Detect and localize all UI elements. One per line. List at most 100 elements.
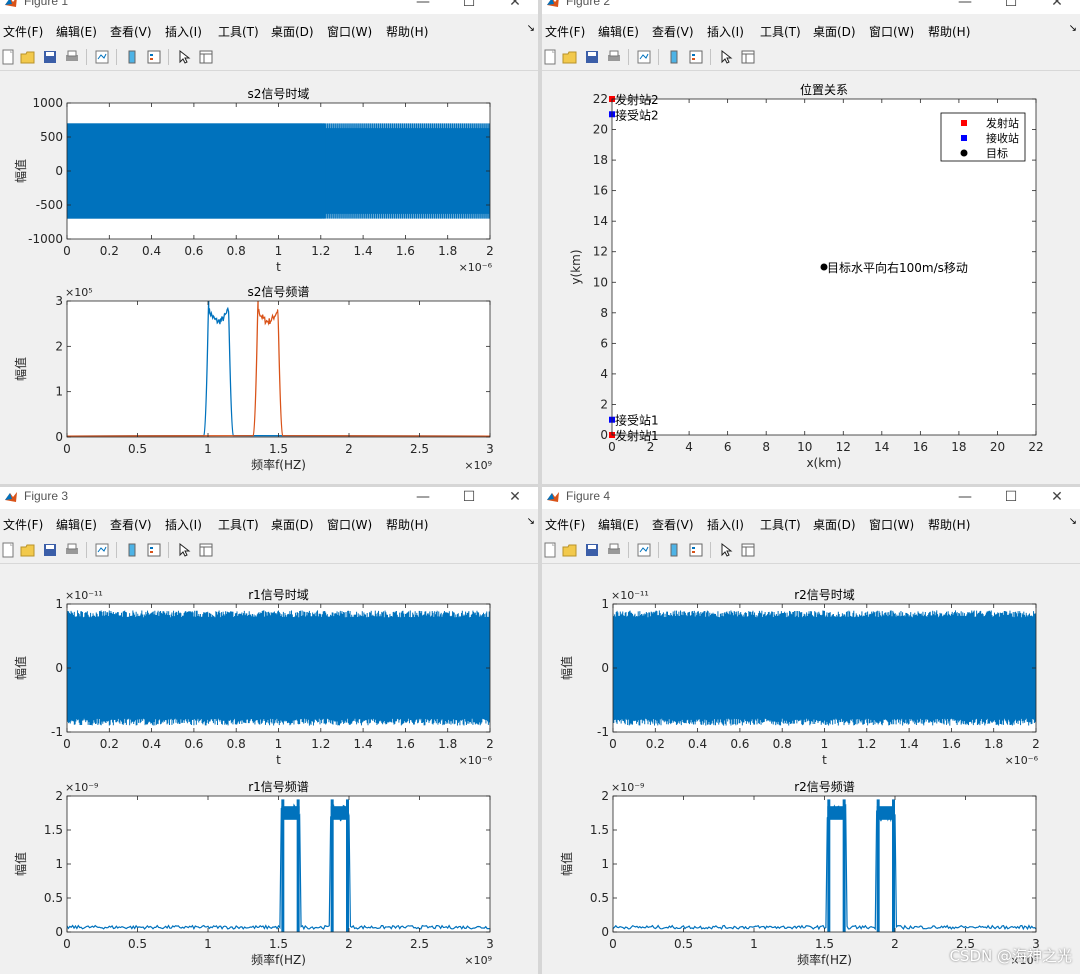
- pointer-icon[interactable]: [718, 542, 734, 558]
- menu-item[interactable]: 编辑(E): [56, 23, 97, 40]
- menu-item[interactable]: 窗口(W): [869, 516, 914, 533]
- menu-item[interactable]: 帮助(H): [928, 516, 970, 533]
- pointer-icon[interactable]: [718, 49, 734, 65]
- print-icon[interactable]: [606, 49, 622, 65]
- title-bar[interactable]: Figure 2 — ☐ ✕: [542, 0, 1080, 14]
- menu-item[interactable]: 桌面(D): [271, 23, 314, 40]
- menu-item[interactable]: 帮助(H): [386, 23, 428, 40]
- pointer-icon[interactable]: [176, 542, 192, 558]
- menu-item[interactable]: 插入(I): [165, 23, 202, 40]
- legend-icon[interactable]: [146, 542, 162, 558]
- menu-item[interactable]: 窗口(W): [327, 23, 372, 40]
- new-figure-icon[interactable]: [542, 542, 558, 558]
- menu-item[interactable]: 工具(T): [760, 23, 801, 40]
- open-file-icon[interactable]: [562, 542, 578, 558]
- minimize-button[interactable]: —: [400, 487, 446, 509]
- r2-spectrum-axes[interactable]: 0 0.5 1 1.5 2 2.5 300.511.52r2信号频谱频率f(HZ)幅值×10…: [542, 770, 1080, 970]
- save-icon[interactable]: [584, 49, 600, 65]
- close-button[interactable]: ✕: [1034, 487, 1080, 509]
- r1-time-axes[interactable]: 0 0.2 0.4 0.6 0.8 1 1.2 1.4 1.6 1.8 2-101r1信号时域t幅值…: [0, 576, 538, 776]
- menu-item[interactable]: 查看(V): [110, 23, 152, 40]
- save-icon[interactable]: [42, 542, 58, 558]
- menu-item[interactable]: 文件(F): [3, 23, 43, 40]
- position-axes[interactable]: 发射站2接受站2接受站1发射站1目标水平向右100m/s移动发射站接收站目标0 2…: [542, 71, 1080, 484]
- legend-label: 目标: [986, 146, 1008, 160]
- menu-item[interactable]: 帮助(H): [386, 516, 428, 533]
- minimize-button[interactable]: —: [942, 487, 988, 509]
- print-icon[interactable]: [64, 542, 80, 558]
- r2-time-axes[interactable]: 0 0.2 0.4 0.6 0.8 1 1.2 1.4 1.6 1.8 2-101r2信号时域t幅值…: [542, 576, 1080, 776]
- colorbar-icon[interactable]: [666, 49, 682, 65]
- new-figure-icon[interactable]: [0, 49, 16, 65]
- menu-item[interactable]: 编辑(E): [598, 23, 639, 40]
- close-button[interactable]: ✕: [1034, 0, 1080, 14]
- maximize-button[interactable]: ☐: [988, 487, 1034, 509]
- close-button[interactable]: ✕: [492, 487, 538, 509]
- r1-spectrum-axes[interactable]: 0 0.5 1 1.5 2 2.5 3 0 0.5 1 1.5 2 r1信号频谱频率f(HZ) 幅值 ×10…: [0, 770, 538, 970]
- colorbar-icon[interactable]: [124, 49, 140, 65]
- save-icon[interactable]: [584, 542, 600, 558]
- colorbar-icon[interactable]: [666, 542, 682, 558]
- property-editor-icon[interactable]: [740, 542, 756, 558]
- menu-overflow-arrow-icon[interactable]: ↘: [527, 516, 535, 527]
- menu-item[interactable]: 窗口(W): [869, 23, 914, 40]
- maximize-button[interactable]: ☐: [446, 0, 492, 14]
- menu-item[interactable]: 插入(I): [165, 516, 202, 533]
- link-plot-icon[interactable]: [636, 49, 652, 65]
- menu-item[interactable]: 查看(V): [110, 516, 152, 533]
- legend-icon[interactable]: [146, 49, 162, 65]
- save-icon[interactable]: [42, 49, 58, 65]
- menu-item[interactable]: 文件(F): [545, 516, 585, 533]
- menu-overflow-arrow-icon[interactable]: ↘: [1069, 23, 1077, 34]
- menu-item[interactable]: 查看(V): [652, 23, 694, 40]
- title-bar[interactable]: Figure 4 — ☐ ✕: [542, 487, 1080, 509]
- new-figure-icon[interactable]: [542, 49, 558, 65]
- print-icon[interactable]: [64, 49, 80, 65]
- menu-item[interactable]: 窗口(W): [327, 516, 372, 533]
- open-file-icon[interactable]: [20, 542, 36, 558]
- menu-item[interactable]: 编辑(E): [56, 516, 97, 533]
- menu-item[interactable]: 桌面(D): [813, 516, 856, 533]
- menu-item[interactable]: 帮助(H): [928, 23, 970, 40]
- title-bar[interactable]: Figure 3 — ☐ ✕: [0, 487, 538, 509]
- open-file-icon[interactable]: [20, 49, 36, 65]
- legend-icon[interactable]: [688, 49, 704, 65]
- maximize-button[interactable]: ☐: [446, 487, 492, 509]
- minimize-button[interactable]: —: [400, 0, 446, 14]
- new-figure-icon[interactable]: [0, 542, 16, 558]
- pointer-icon[interactable]: [176, 49, 192, 65]
- title-bar[interactable]: Figure 1 — ☐ ✕: [0, 0, 538, 14]
- menu-item[interactable]: 文件(F): [545, 23, 585, 40]
- property-editor-icon[interactable]: [740, 49, 756, 65]
- open-file-icon[interactable]: [562, 49, 578, 65]
- property-editor-icon[interactable]: [198, 49, 214, 65]
- link-plot-icon[interactable]: [636, 542, 652, 558]
- link-plot-icon[interactable]: [94, 542, 110, 558]
- menu-item[interactable]: 查看(V): [652, 516, 694, 533]
- link-plot-icon[interactable]: [94, 49, 110, 65]
- x-tick-label: 1.6: [396, 737, 415, 751]
- s2-spectrum-axes[interactable]: 0 0.5 1 1.5 2 2.5 3 0 1 2 3 s2信号频谱频率f(HZ) 幅值 ×10⁹ ×10⁵: [0, 281, 538, 481]
- legend-icon[interactable]: [688, 542, 704, 558]
- menu-item[interactable]: 桌面(D): [271, 516, 314, 533]
- menu-overflow-arrow-icon[interactable]: ↘: [1069, 516, 1077, 527]
- property-editor-icon[interactable]: [198, 542, 214, 558]
- close-button[interactable]: ✕: [492, 0, 538, 14]
- colorbar-icon[interactable]: [124, 542, 140, 558]
- menu-overflow-arrow-icon[interactable]: ↘: [527, 23, 535, 34]
- menu-item[interactable]: 工具(T): [218, 516, 259, 533]
- s2-time-axes[interactable]: 0 0.2 0.4 0.6 0.8 1 1.2 1.4 1.6 1.8 2 -1000 -500 0 500…: [0, 83, 538, 283]
- menu-item[interactable]: 插入(I): [707, 23, 744, 40]
- plot-layer: [67, 610, 490, 726]
- menu-item[interactable]: 工具(T): [218, 23, 259, 40]
- maximize-button[interactable]: ☐: [988, 0, 1034, 14]
- print-icon[interactable]: [606, 542, 622, 558]
- menu-item[interactable]: 文件(F): [3, 516, 43, 533]
- y-tick-label: 1: [55, 857, 63, 871]
- menu-item[interactable]: 工具(T): [760, 516, 801, 533]
- x-exponent-label: ×10⁹: [464, 954, 492, 967]
- minimize-button[interactable]: —: [942, 0, 988, 14]
- menu-item[interactable]: 插入(I): [707, 516, 744, 533]
- menu-item[interactable]: 编辑(E): [598, 516, 639, 533]
- menu-item[interactable]: 桌面(D): [813, 23, 856, 40]
